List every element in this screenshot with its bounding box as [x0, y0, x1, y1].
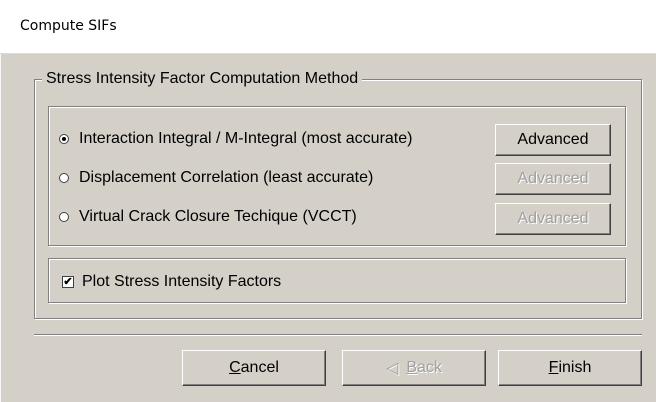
button-separator: [34, 334, 642, 336]
dialog-client-area: Stress Intensity Factor Computation Meth…: [0, 54, 656, 402]
window-title: Compute SIFs: [20, 18, 117, 34]
radio-option-interaction-integral[interactable]: Interaction Integral / M-Integral (most …: [59, 128, 412, 150]
radio-option-displacement-correlation[interactable]: Displacement Correlation (least accurate…: [59, 167, 373, 189]
cancel-button[interactable]: Cancel: [182, 350, 326, 386]
radio-button[interactable]: [59, 173, 69, 183]
back-label-rest: ack: [417, 359, 442, 376]
radio-label: Interaction Integral / M-Integral (most …: [79, 130, 413, 147]
radio-button-selected[interactable]: [59, 134, 69, 144]
radio-label: Virtual Crack Closure Techique (VCCT): [79, 208, 357, 225]
back-button: ◁ Back: [342, 350, 486, 386]
finish-button[interactable]: Finish: [498, 350, 642, 386]
advanced-button-vcct: Advanced: [495, 203, 611, 235]
back-arrow-icon: ◁: [386, 360, 399, 377]
advanced-button-interaction-integral[interactable]: Advanced: [495, 124, 611, 156]
finish-accel: F: [548, 359, 559, 376]
back-accel: B: [406, 359, 418, 376]
radio-button[interactable]: [59, 212, 69, 222]
cancel-label-rest: ancel: [240, 359, 279, 376]
cancel-accel: C: [229, 359, 241, 376]
method-group-legend: Stress Intensity Factor Computation Meth…: [42, 70, 363, 88]
advanced-button-displacement-correlation: Advanced: [495, 163, 611, 195]
plot-sif-checkbox[interactable]: ✔: [62, 276, 74, 288]
plot-sif-checkbox-row[interactable]: ✔ Plot Stress Intensity Factors: [62, 271, 281, 293]
title-bar: Compute SIFs: [0, 0, 656, 54]
radio-label: Displacement Correlation (least accurate…: [79, 169, 374, 186]
plot-sif-label: Plot Stress Intensity Factors: [82, 273, 282, 290]
radio-option-vcct[interactable]: Virtual Crack Closure Techique (VCCT): [59, 206, 357, 228]
finish-label-rest: inish: [558, 359, 592, 376]
